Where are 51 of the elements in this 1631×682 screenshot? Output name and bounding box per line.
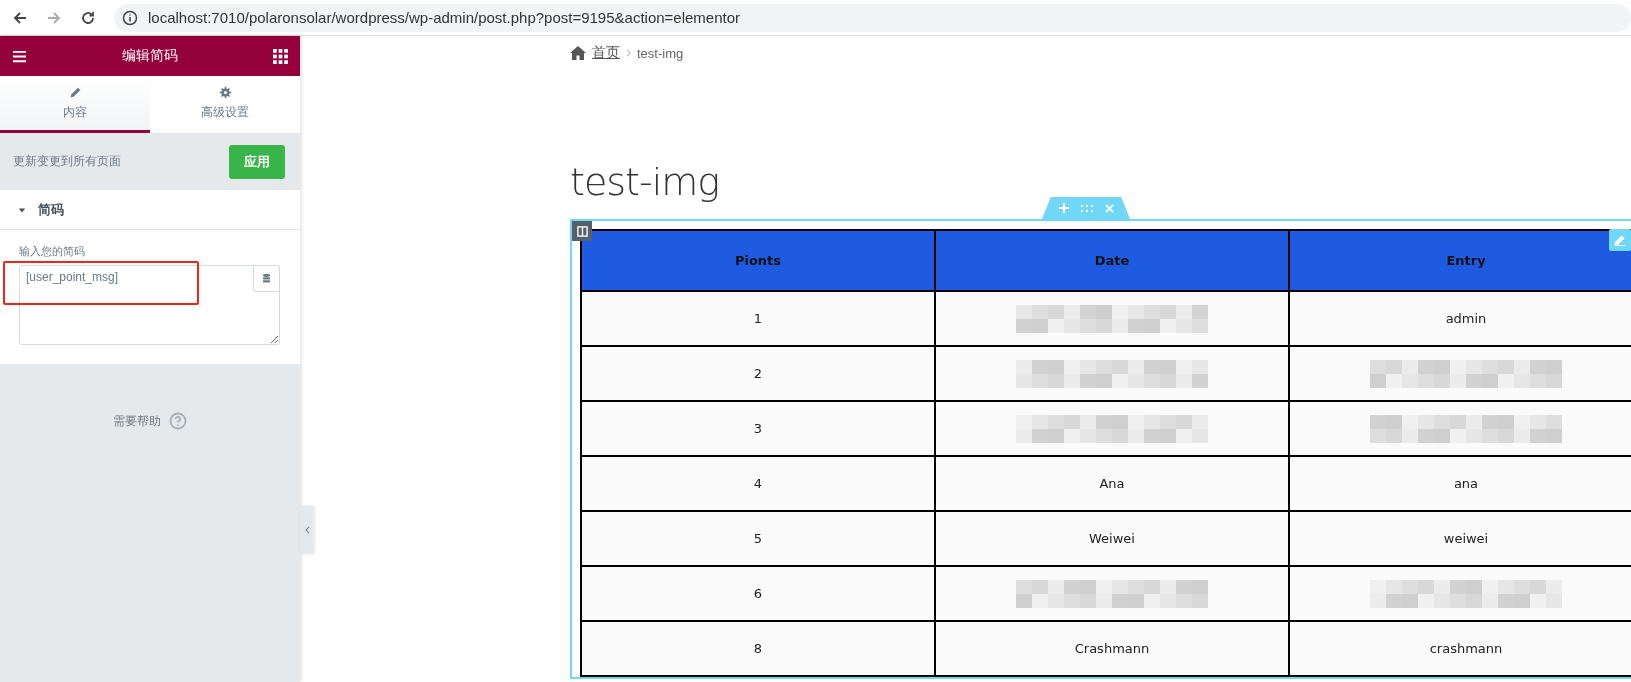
- caret-icon: [18, 205, 26, 214]
- table-cell: Crashmann: [935, 621, 1289, 676]
- reload-icon[interactable]: [80, 9, 96, 26]
- address-bar[interactable]: localhost:7010/polaronsolar/wordpress/wp-admin/post.php?post=9195&action=elementor: [114, 3, 1631, 32]
- table-cell: 3: [581, 401, 935, 456]
- menu-icon[interactable]: [12, 48, 27, 64]
- info-icon: [122, 9, 138, 26]
- column-handle[interactable]: [572, 221, 592, 241]
- table-cell: 6: [581, 566, 935, 621]
- dynamic-tags-button[interactable]: [253, 265, 280, 292]
- forward-icon[interactable]: [46, 9, 62, 26]
- page-title: test-img: [570, 160, 721, 206]
- home-icon: [570, 46, 586, 60]
- apply-note: 更新变更到所有页面: [13, 153, 121, 170]
- chevron-icon: [626, 49, 631, 57]
- breadcrumb-link[interactable]: 首页: [592, 44, 620, 62]
- table-cell: 8: [581, 621, 935, 676]
- shortcode-field[interactable]: [user_point_msg]: [19, 265, 280, 345]
- pencil-icon: [1614, 234, 1626, 246]
- apply-button[interactable]: 应用: [229, 144, 285, 179]
- table-cell: ana: [1289, 456, 1631, 511]
- field-label: 输入您的简码: [19, 244, 86, 259]
- table-cell: crashmann: [1289, 621, 1631, 676]
- section-header[interactable]: 简码: [0, 190, 300, 230]
- drag-icon[interactable]: [1080, 204, 1093, 212]
- table-cell: 4: [581, 456, 935, 511]
- gear-icon: [218, 85, 232, 99]
- add-icon[interactable]: [1058, 203, 1069, 213]
- column-header: Entry: [1289, 230, 1631, 291]
- table-cell: weiwei: [1289, 511, 1631, 566]
- table-cell: 5: [581, 511, 935, 566]
- table-cell: Ana: [935, 456, 1289, 511]
- table-cell: Weiwei: [935, 511, 1289, 566]
- database-icon: [262, 273, 271, 284]
- close-icon[interactable]: [1104, 203, 1114, 213]
- panel-title: 编辑简码: [122, 47, 178, 65]
- table-cell: 1: [581, 291, 935, 346]
- help-link[interactable]: 需要帮助: [113, 412, 161, 430]
- back-icon[interactable]: [12, 9, 28, 26]
- breadcrumb-current: test-img: [637, 45, 684, 61]
- column-header: Date: [935, 230, 1289, 291]
- grid-icon[interactable]: [273, 48, 288, 64]
- pencil-icon: [68, 85, 82, 99]
- column-header: Pionts: [581, 230, 935, 291]
- edit-widget-button[interactable]: [1609, 229, 1631, 251]
- table-cell: 2: [581, 346, 935, 401]
- help-icon[interactable]: [169, 412, 187, 430]
- chevron-left-icon: [304, 526, 310, 534]
- collapse-handle[interactable]: [300, 506, 314, 554]
- table-cell: admin: [1289, 291, 1631, 346]
- columns-icon: [576, 225, 588, 237]
